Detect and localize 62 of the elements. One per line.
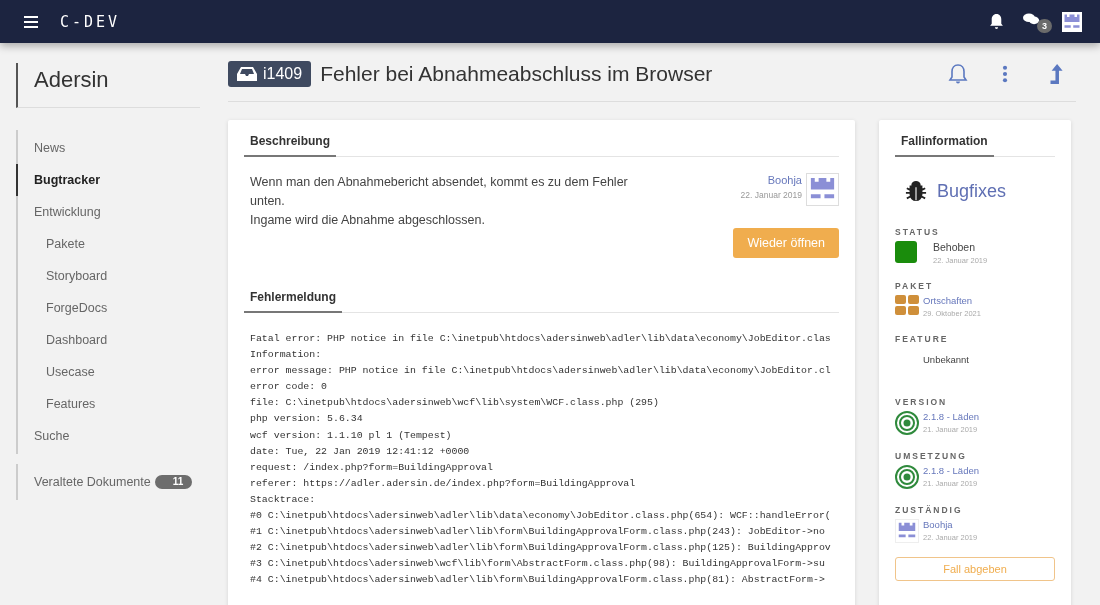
- logo[interactable]: C-DEV: [60, 12, 121, 31]
- avatar-icon: [1062, 11, 1082, 32]
- log-line: #0 C:\inetpub\htdocs\adersinweb\adler\lib\data\economy\JobEditor.class.php(654): WCF::handleError(: [250, 509, 832, 524]
- field-link[interactable]: 2.1.8 - Läden: [923, 411, 979, 422]
- nav-item[interactable]: Pakete: [16, 228, 200, 260]
- log-line: error message: PHP notice in file C:\inetpub\htdocs\adersinweb\adler\lib\data\economy\JobEditor.cl: [250, 364, 832, 379]
- log-line: wcf version: 1.1.10 pl 1 (Tempest): [250, 428, 453, 443]
- count-badge: 11: [154, 475, 193, 489]
- chat-count-badge: 3: [1037, 18, 1052, 33]
- nav-item[interactable]: Dashboard: [16, 324, 200, 356]
- log-line: request: /index.php?form=BuildingApproval: [250, 460, 494, 475]
- package-grid-icon: [895, 295, 919, 315]
- log-line: #4 C:\inetpub\htdocs\adersinweb\adler\lib\form\BuildingApprovalForm.class.php(81): AbstractForm->: [250, 573, 826, 588]
- nav-item[interactable]: Suche: [16, 420, 200, 452]
- menu-icon[interactable]: [24, 15, 38, 28]
- issue-title: Fehler bei Abnahmeabschluss im Browser: [320, 62, 713, 86]
- field-value: Behoben: [933, 241, 977, 253]
- field-label: ZUSTÄNDIG: [895, 505, 964, 515]
- category-link[interactable]: Bugfixes: [937, 180, 1007, 202]
- description-text: Wenn man den Abnahmebericht absendet, kommt es zu dem Fehler unten.: [250, 174, 629, 210]
- sidebar-title: Adersin: [16, 63, 200, 108]
- log-line: Stacktrace:: [250, 492, 317, 507]
- field-label: VERSION: [895, 397, 949, 407]
- field-link[interactable]: Boohja: [923, 519, 978, 530]
- nav-item[interactable]: Entwicklung: [16, 196, 200, 228]
- field-label: STATUS: [895, 227, 941, 237]
- inbox-icon: [237, 66, 257, 82]
- nav-item-label[interactable]: Veraltete Dokumente: [34, 466, 151, 498]
- nav-item[interactable]: Usecase: [16, 356, 200, 388]
- nav-item[interactable]: ForgeDocs: [16, 292, 200, 324]
- nav-item[interactable]: Veraltete Dokumente 11: [16, 466, 200, 498]
- description-text: Ingame wird die Abnahme abgeschlossen.: [250, 212, 486, 229]
- bell-icon[interactable]: [988, 13, 1005, 30]
- field-label: FEATURE: [895, 334, 950, 344]
- log-line: php version: 5.6.34: [250, 412, 364, 427]
- nav-item[interactable]: Features: [16, 388, 200, 420]
- nav-item[interactable]: News: [16, 132, 200, 164]
- post-date: 22. Januar 2019: [740, 190, 802, 200]
- more-icon[interactable]: [1002, 65, 1008, 83]
- field-value: Unbekannt: [923, 354, 969, 365]
- log-line: #1 C:\inetpub\htdocs\adersinweb\adler\lib\form\BuildingApprovalForm.class.php(243): JobEditor->no: [250, 525, 826, 540]
- avatar-icon: [806, 173, 839, 206]
- log-line: referer: https://adler.adersin.de/index.php?form=BuildingApproval: [250, 476, 637, 491]
- field-label: UMSETZUNG: [895, 451, 968, 461]
- log-line: #2 C:\inetpub\htdocs\adersinweb\adler\lib\form\BuildingApprovalForm.class.php(125): BuildingApprov: [250, 541, 832, 556]
- log-line: Fatal error: PHP notice in file C:\inetpub\htdocs\adersinweb\adler\lib\data\economy\JobEditor.clas: [250, 332, 832, 346]
- avatar-icon: [895, 519, 919, 543]
- issue-id: i1409: [263, 65, 303, 83]
- log-line: #3 C:\inetpub\htdocs\adersinweb\wcf\lib\form\AbstractForm.class.php(98): BuildingApprovalForm->su: [250, 557, 826, 572]
- log-line: file: C:\inetpub\htdocs\adersinweb\wcf\lib\system\WCF.class.php (295): [250, 396, 660, 411]
- field-link[interactable]: Ortschaften: [923, 295, 981, 306]
- target-icon: [895, 465, 919, 489]
- field-link[interactable]: 2.1.8 - Läden: [923, 465, 979, 476]
- target-icon: [895, 411, 919, 435]
- bug-icon: [905, 179, 927, 203]
- log-line: error code: 0: [250, 380, 329, 395]
- nav-item[interactable]: Bugtracker: [16, 164, 200, 196]
- log-line: Information:: [250, 348, 323, 363]
- nav-item[interactable]: Storyboard: [16, 260, 200, 292]
- log-line: date: Tue, 22 Jan 2019 12:41:12 +0000: [250, 444, 471, 459]
- field-label: PAKET: [895, 281, 935, 291]
- author-link[interactable]: Boohja: [767, 174, 802, 186]
